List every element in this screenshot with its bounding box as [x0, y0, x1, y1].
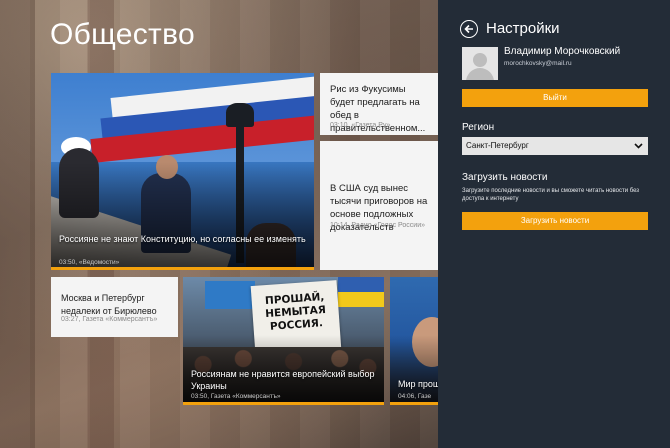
- news-tile-mir[interactable]: Мир прошел 04:06, Газе: [390, 277, 438, 405]
- logout-button[interactable]: Выйти: [462, 89, 648, 107]
- region-label: Регион: [462, 122, 495, 133]
- user-avatar-icon: [462, 47, 498, 80]
- tile-headline: Москва и Петербург недалеки от Бирюлево: [61, 293, 157, 316]
- tile-meta: 03:50, Газета «Коммерсантъ»: [191, 393, 281, 400]
- tile-meta: 10:14, Радио «Голос России»: [330, 222, 425, 229]
- ukraine-flag-image: [338, 277, 384, 307]
- tile-accent-bar: [183, 402, 384, 405]
- page-title: Общество: [50, 18, 195, 51]
- back-arrow-icon[interactable]: [460, 20, 478, 38]
- user-email: morochkovsky@mail.ru: [504, 60, 572, 67]
- tile-accent-bar: [390, 402, 438, 405]
- tile-meta: 03:50, «Ведомости»: [59, 259, 120, 266]
- news-tile-fukushima[interactable]: Рис из Фукусимы будет предлагать на обед…: [320, 73, 438, 135]
- settings-title: Настройки: [486, 20, 560, 37]
- chevron-down-icon: [634, 143, 643, 149]
- region-select[interactable]: Санкт-Петербург: [462, 137, 648, 155]
- tile-meta: 04:06, Газе: [398, 393, 432, 400]
- load-news-description: Загрузите последние новости и вы сможете…: [462, 188, 640, 202]
- tile-caption: Мир прошел: [398, 379, 438, 389]
- settings-flyout: Настройки Владимир Морочковский morochko…: [438, 0, 670, 448]
- news-tile-usa-court[interactable]: В США суд вынес тысячи приговоров на осн…: [320, 141, 438, 270]
- news-app-background: Общество Россияне не знают Конституцию, …: [0, 0, 438, 448]
- user-name: Владимир Морочковский: [504, 46, 621, 57]
- tile-caption: Россияне не знают Конституцию, но соглас…: [59, 234, 306, 244]
- tile-accent-bar: [51, 267, 314, 270]
- tile-meta: 03:27, Газета «Коммерсантъ»: [61, 316, 158, 323]
- poster-text: ПРОШАЙ, НЕМЫТАЯ РОССИЯ.: [264, 290, 327, 333]
- load-news-button[interactable]: Загрузить новости: [462, 212, 648, 230]
- tile-caption: Россиянам не нравится европейский выбор …: [191, 369, 375, 391]
- news-tile-moscow[interactable]: Москва и Петербург недалеки от Бирюлево …: [51, 277, 178, 337]
- load-news-label: Загрузить новости: [462, 172, 548, 183]
- tile-meta: 03:10, «Газета.Ру»: [330, 122, 391, 129]
- news-tile-constitution[interactable]: Россияне не знают Конституцию, но соглас…: [51, 73, 314, 270]
- region-select-value: Санкт-Петербург: [466, 141, 529, 150]
- news-tile-ukraine[interactable]: ПРОШАЙ, НЕМЫТАЯ РОССИЯ. Россиянам не нра…: [183, 277, 384, 405]
